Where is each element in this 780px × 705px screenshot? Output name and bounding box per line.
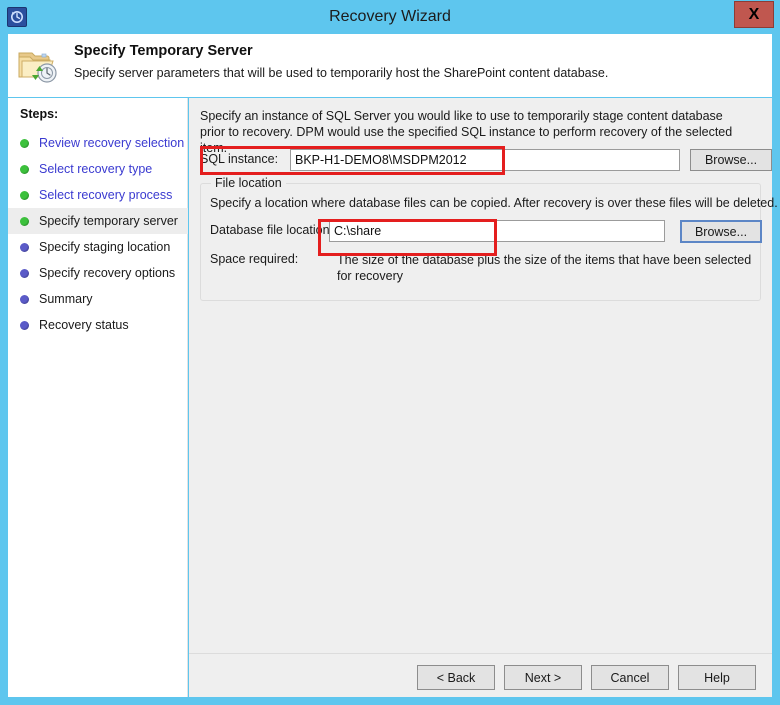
recovery-wizard-window: Recovery Wizard X Specify Temporary Serv…	[0, 0, 780, 705]
green-bullet-icon	[20, 190, 29, 200]
next-button[interactable]: Next >	[504, 665, 582, 690]
close-button[interactable]: X	[734, 1, 774, 28]
purple-bullet-icon	[20, 294, 29, 304]
page-subtitle: Specify server parameters that will be u…	[74, 66, 609, 80]
sidebar-item-label: Recovery status	[39, 318, 129, 332]
footer-buttons: < Back Next > Cancel Help	[189, 654, 772, 697]
sidebar-item-label: Select recovery type	[39, 162, 153, 176]
sql-instance-input[interactable]	[290, 149, 680, 171]
green-bullet-icon	[20, 216, 29, 226]
file-location-description: Specify a location where database files …	[210, 196, 778, 210]
sidebar-item-select-recovery-process[interactable]: Select recovery process	[8, 182, 188, 208]
content-panel: Specify an instance of SQL Server you wo…	[189, 98, 778, 697]
window-title: Recovery Wizard	[329, 8, 451, 25]
wizard-header: Specify Temporary Server Specify server …	[8, 34, 772, 97]
sidebar-item-specify-temporary-server[interactable]: Specify temporary server	[8, 208, 188, 234]
page-title: Specify Temporary Server	[74, 43, 253, 59]
help-button[interactable]: Help	[678, 665, 756, 690]
sidebar-item-specify-recovery-options[interactable]: Specify recovery options	[8, 260, 188, 286]
sidebar-item-label: Select recovery process	[39, 188, 173, 202]
space-required-label: Space required:	[210, 252, 299, 266]
sidebar-item-recovery-status[interactable]: Recovery status	[8, 312, 188, 338]
steps-list: Review recovery selection Select recover…	[8, 130, 188, 338]
sidebar-item-label: Specify temporary server	[39, 214, 178, 228]
cancel-button[interactable]: Cancel	[591, 665, 669, 690]
green-bullet-icon	[20, 164, 29, 174]
sidebar-item-review-recovery-selection[interactable]: Review recovery selection	[8, 130, 188, 156]
green-bullet-icon	[20, 138, 29, 148]
sql-instance-row: SQL instance: Browse...	[200, 149, 772, 171]
file-location-group-title: File location	[211, 176, 286, 190]
back-button[interactable]: < Back	[417, 665, 495, 690]
sql-instance-browse-button[interactable]: Browse...	[690, 149, 772, 171]
sidebar-item-label: Specify recovery options	[39, 266, 176, 280]
sidebar-item-select-recovery-type[interactable]: Select recovery type	[8, 156, 188, 182]
database-file-location-input[interactable]	[329, 220, 665, 242]
sidebar-item-label: Specify staging location	[39, 240, 171, 254]
purple-bullet-icon	[20, 320, 29, 330]
title-bar: Recovery Wizard X	[0, 0, 780, 34]
space-required-value: The size of the database plus the size o…	[337, 253, 752, 283]
folder-recovery-icon	[16, 44, 62, 88]
steps-sidebar: Steps: Review recovery selection Select …	[8, 98, 188, 697]
sidebar-item-label: Review recovery selection	[39, 136, 185, 150]
steps-heading: Steps:	[20, 107, 59, 121]
sidebar-item-label: Summary	[39, 292, 93, 306]
sidebar-item-specify-staging-location[interactable]: Specify staging location	[8, 234, 188, 260]
purple-bullet-icon	[20, 242, 29, 252]
sidebar-item-summary[interactable]: Summary	[8, 286, 188, 312]
purple-bullet-icon	[20, 268, 29, 278]
database-file-location-browse-button[interactable]: Browse...	[680, 220, 762, 243]
file-location-group: File location Specify a location where d…	[200, 176, 778, 301]
database-file-location-label: Database file location:	[210, 223, 333, 237]
sql-instance-label: SQL instance:	[200, 152, 279, 166]
